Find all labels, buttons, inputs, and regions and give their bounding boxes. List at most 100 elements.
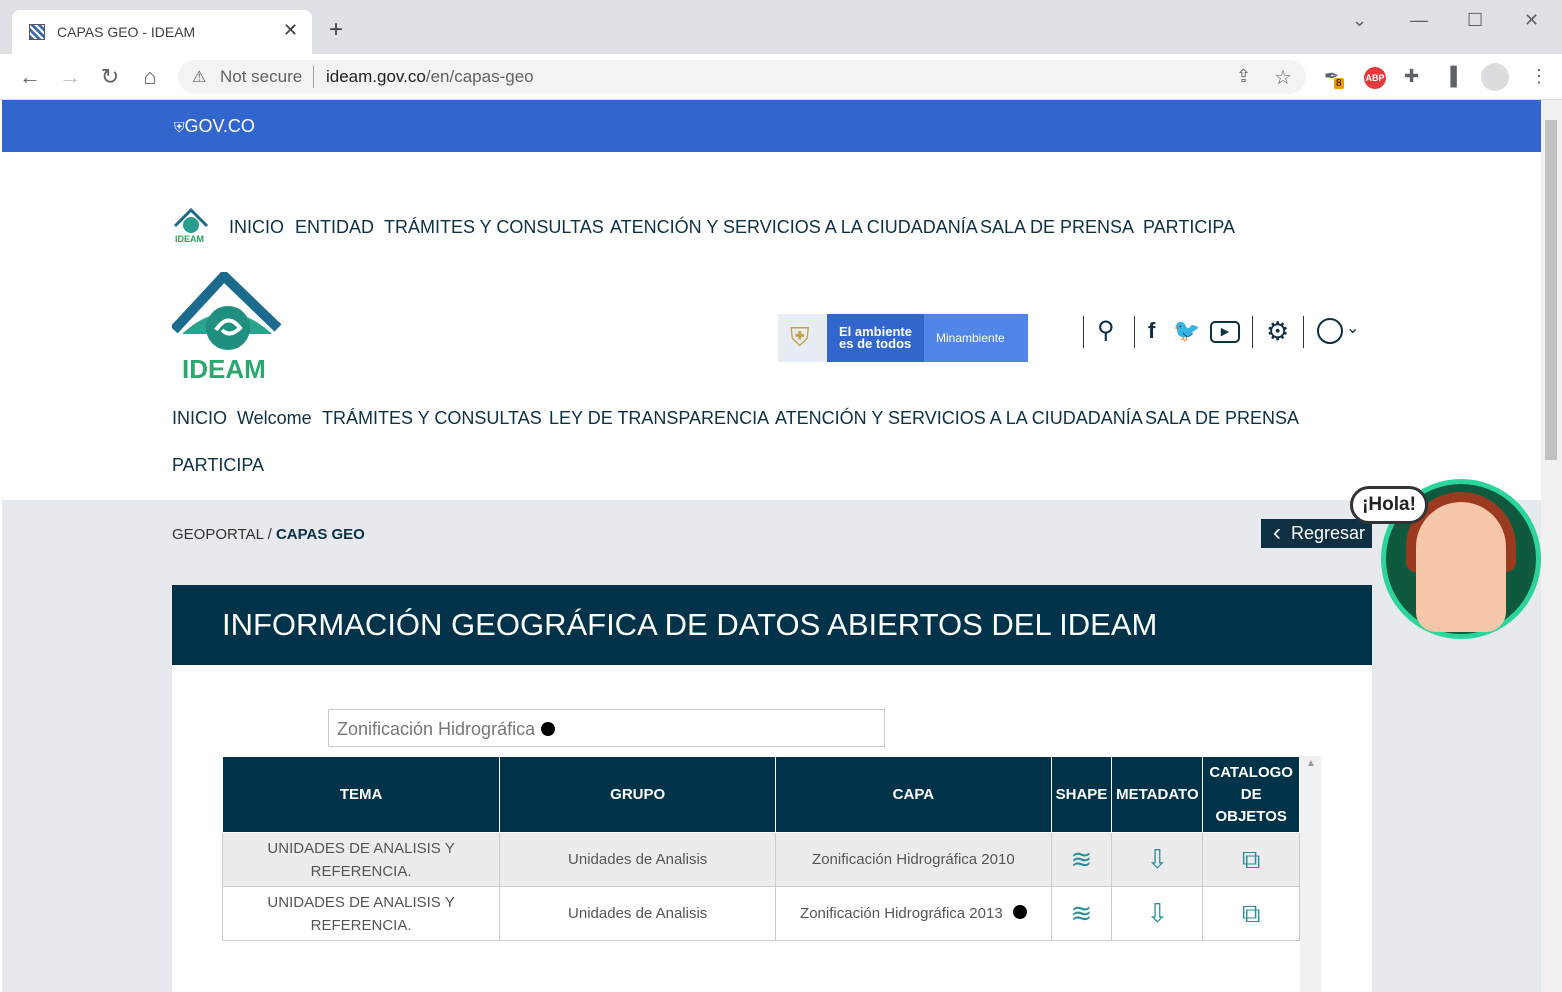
metadata-download-icon[interactable]: ⇩ <box>1141 898 1173 928</box>
shape-layers-icon[interactable]: ≋ <box>1065 898 1097 928</box>
close-tab-icon[interactable]: ✕ <box>283 20 298 41</box>
adblock-icon[interactable]: ABP <box>1364 67 1386 89</box>
topnav-atencion[interactable]: ATENCIÓN Y SERVICIOS A LA CIUDADANÍA <box>610 217 978 238</box>
share-icon[interactable]: ⇪ <box>1236 66 1251 87</box>
topnav-inicio[interactable]: INICIO <box>229 217 284 238</box>
page-scrollbar[interactable] <box>1541 100 1562 992</box>
header-shape[interactable]: SHAPE <box>1050 756 1113 833</box>
header-metadato[interactable]: METADATO <box>1111 756 1204 833</box>
ideam-eye-icon <box>170 268 282 350</box>
cell-grupo: Unidades de Analisis <box>499 832 777 887</box>
gov-bar: ⛨GOV.CO <box>2 100 1541 152</box>
sidepanel-icon[interactable]: ▐ <box>1444 66 1457 87</box>
cell-metadato: ⇩ <box>1111 886 1204 941</box>
chevron-down-icon[interactable]: ⌄ <box>1346 318 1359 338</box>
breadcrumb-current: CAPAS GEO <box>275 526 365 543</box>
youtube-icon[interactable]: ▶ <box>1210 321 1240 343</box>
warning-icon: ⚠ <box>192 69 207 86</box>
facebook-icon[interactable]: f <box>1148 318 1155 344</box>
table-row: UNIDADES DE ANALISIS Y REFERENCIA. Unida… <box>221 886 1300 941</box>
search-icon[interactable]: ⚲ <box>1097 316 1115 345</box>
ideam-main-text: IDEAM <box>182 354 266 384</box>
table-row: UNIDADES DE ANALISIS Y REFERENCIA. Unida… <box>221 832 1300 887</box>
cell-catalogo: ⧉ <box>1202 886 1300 941</box>
mainnav-welcome[interactable]: Welcome <box>237 408 312 429</box>
topnav-entidad[interactable]: ENTIDAD <box>295 217 374 238</box>
catalog-download-icon[interactable]: ⧉ <box>1235 898 1267 928</box>
filter-value: Zonificación Hidrográfica <box>337 719 536 739</box>
mainnav-tramites[interactable]: TRÁMITES Y CONSULTAS <box>322 408 542 429</box>
header-catalogo[interactable]: CATALOGO DE OBJETOS <box>1202 756 1300 833</box>
header-capa[interactable]: CAPA <box>775 756 1052 833</box>
cell-metadato: ⇩ <box>1111 832 1204 887</box>
twitter-icon[interactable]: 🐦 <box>1173 318 1200 344</box>
back-arrow-icon[interactable]: ← <box>16 63 44 91</box>
minimize-button[interactable]: — <box>1410 10 1428 31</box>
profile-avatar[interactable] <box>1481 63 1509 91</box>
ideam-small-text: IDEAM <box>175 234 204 244</box>
search-filter-input[interactable]: Zonificación Hidrográfica <box>328 709 885 747</box>
url-path: /en/capas-geo <box>425 67 534 86</box>
cell-shape: ≋ <box>1050 886 1113 941</box>
favicon-icon <box>29 24 45 40</box>
cell-grupo: Unidades de Analisis <box>499 886 777 941</box>
minambiente-slogan: El ambiente es de todos <box>839 325 912 351</box>
divider <box>1303 316 1304 348</box>
gov-label: GOV.CO <box>184 116 255 136</box>
scroll-up-icon[interactable]: ▲ <box>1306 758 1316 769</box>
scrollbar-thumb[interactable] <box>1545 120 1557 460</box>
chevron-down-icon[interactable]: ⌄ <box>1352 10 1367 31</box>
divider <box>1134 316 1135 348</box>
new-tab-button[interactable]: + <box>329 18 343 42</box>
back-button[interactable]: Regresar <box>1261 519 1372 548</box>
ideam-main-logo[interactable]: IDEAM <box>170 268 282 384</box>
breadcrumb-separator: / <box>267 526 272 543</box>
gear-icon[interactable]: ⚙ <box>1266 316 1289 347</box>
home-icon[interactable]: ⌂ <box>136 63 164 91</box>
puzzle-icon[interactable]: ✚ <box>1404 66 1419 87</box>
catalog-download-icon[interactable]: ⧉ <box>1235 844 1267 874</box>
topnav-participa[interactable]: PARTICIPA <box>1143 217 1235 238</box>
mainnav-atencion[interactable]: ATENCIÓN Y SERVICIOS A LA CIUDADANÍA <box>775 408 1143 429</box>
mainnav-participa[interactable]: PARTICIPA <box>172 455 264 476</box>
bookmark-star-icon[interactable]: ☆ <box>1274 65 1292 90</box>
breadcrumb: GEOPORTAL / CAPAS GEO <box>172 526 365 543</box>
close-window-button[interactable]: ✕ <box>1524 10 1539 31</box>
address-bar[interactable]: ⚠ Not secure ideam.gov.co/en/capas-geo ⇪… <box>178 60 1306 94</box>
menu-icon[interactable]: ⋮ <box>1530 66 1548 87</box>
breadcrumb-geoportal[interactable]: GEOPORTAL <box>172 526 263 543</box>
header-grupo[interactable]: GRUPO <box>499 756 777 833</box>
gov-shield-icon: ⛨ <box>174 119 185 135</box>
metadata-download-icon[interactable]: ⇩ <box>1141 844 1173 874</box>
divider <box>1083 316 1084 348</box>
mainnav-transparencia[interactable]: LEY DE TRANSPARENCIA <box>549 408 769 429</box>
page-title: INFORMACIÓN GEOGRÁFICA DE DATOS ABIERTOS… <box>222 607 1158 642</box>
cell-capa: Zonificación Hidrográfica 2010 <box>775 832 1052 887</box>
mainnav-inicio[interactable]: INICIO <box>172 408 227 429</box>
extension-icon[interactable]: ✒ 8 <box>1324 66 1344 89</box>
forward-arrow-icon[interactable]: → <box>56 63 84 91</box>
topnav-sala-prensa[interactable]: SALA DE PRENSA <box>980 217 1134 238</box>
header-tema[interactable]: TEMA <box>221 756 501 833</box>
reload-icon[interactable]: ↻ <box>96 63 124 91</box>
mainnav-sala-prensa[interactable]: SALA DE PRENSA <box>1145 408 1299 429</box>
minambiente-banner[interactable]: ⛨ El ambiente es de todos Minambiente <box>778 314 1028 362</box>
maximize-button[interactable]: ☐ <box>1467 10 1483 31</box>
table-scrollbar[interactable]: ▲ <box>1300 756 1321 992</box>
browser-tab[interactable]: CAPAS GEO - IDEAM ✕ <box>12 10 312 54</box>
page-banner: INFORMACIÓN GEOGRÁFICA DE DATOS ABIERTOS… <box>172 585 1372 665</box>
colombia-shield-icon: ⛨ <box>778 314 827 362</box>
cell-capa-text: Zonificación Hidrográfica 2013 <box>800 905 1003 922</box>
shape-layers-icon[interactable]: ≋ <box>1065 844 1097 874</box>
topnav-tramites[interactable]: TRÁMITES Y CONSULTAS <box>384 217 604 238</box>
cursor-dot <box>541 722 556 736</box>
user-icon[interactable] <box>1317 318 1343 344</box>
divider <box>1252 316 1253 348</box>
security-label: Not secure <box>220 67 303 86</box>
gov-link[interactable]: ⛨GOV.CO <box>174 116 255 137</box>
ideam-small-logo[interactable]: IDEAM <box>172 206 210 244</box>
chat-greeting-bubble[interactable]: ¡Hola! <box>1350 486 1428 524</box>
slogan-line2: es de todos <box>839 336 912 351</box>
url-text: ideam.gov.co/en/capas-geo <box>326 67 534 87</box>
cell-catalogo: ⧉ <box>1202 832 1300 887</box>
